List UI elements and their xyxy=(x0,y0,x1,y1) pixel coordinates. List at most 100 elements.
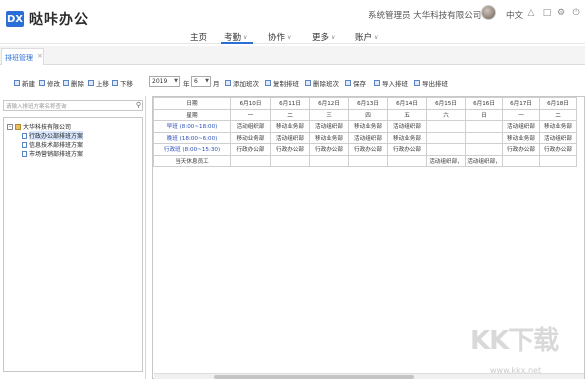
search-icon[interactable]: ⚲ xyxy=(136,101,141,109)
schedule-cell[interactable]: 移动业务部 xyxy=(230,131,271,144)
collapse-icon[interactable]: - xyxy=(7,123,13,130)
tree-item-it-plan[interactable]: 信息技术部排班方案 xyxy=(22,140,83,149)
import-schedule-button[interactable]: 导入排班 xyxy=(374,78,408,88)
schedule-cell[interactable] xyxy=(426,143,466,156)
schedule-cell[interactable]: 活动组织部 xyxy=(270,131,310,144)
schedule-cell[interactable]: 行政办公部 xyxy=(348,143,388,156)
weekday-cell: 四 xyxy=(348,108,388,121)
schedule-cell[interactable]: 活动组织部 xyxy=(348,131,388,144)
weekday-cell: 二 xyxy=(539,108,577,121)
toolbar: 新建 修改 删除 上移 下移 添加班次 复制排班 删除班次 保存 导入排班 导出… xyxy=(0,74,585,92)
rest-cell[interactable] xyxy=(348,154,388,167)
schedule-cell[interactable]: 行政办公部 xyxy=(230,143,271,156)
rest-cell[interactable] xyxy=(309,154,349,167)
nav-more[interactable]: 更多 ∨ xyxy=(312,30,335,44)
delete-button[interactable]: 删除 xyxy=(63,78,84,88)
schedule-cell[interactable]: 活动组织部 xyxy=(387,120,427,133)
move-up-button[interactable]: 上移 xyxy=(88,78,109,88)
schedule-cell[interactable] xyxy=(426,131,466,144)
schedule-cell[interactable]: 行政办公部 xyxy=(539,143,577,156)
language-switch[interactable]: 中文 xyxy=(506,9,523,21)
schedule-cell[interactable]: 活动组织部 xyxy=(230,120,271,133)
shirt-icon[interactable]: □ xyxy=(542,8,552,18)
logo[interactable]: DX 哒咔办公 xyxy=(6,9,89,29)
export-icon xyxy=(414,80,420,86)
table-row: 行政班 (8:00~15:30) 行政办公部 行政办公部 行政办公部 行政办公部… xyxy=(153,143,577,156)
nav-account[interactable]: 账户 ∨ xyxy=(355,30,378,44)
schedule-cell[interactable]: 行政办公部 xyxy=(270,143,310,156)
shift-name-cell[interactable]: 早班 (8:00~18:00) xyxy=(153,120,231,133)
month-select[interactable]: 6 ▼ xyxy=(191,76,211,87)
plan-search-input[interactable]: 请输入排班方案名称查询 ⚲ xyxy=(3,100,143,111)
bell-icon[interactable]: △ xyxy=(526,8,536,18)
tab-label: 排班管理 xyxy=(5,54,33,62)
month-unit: 月 xyxy=(213,80,220,88)
delete-shift-label: 删除班次 xyxy=(313,80,339,88)
schedule-cell[interactable]: 行政办公部 xyxy=(387,143,427,156)
schedule-cell[interactable] xyxy=(426,120,466,133)
schedule-cell[interactable]: 移动业务部 xyxy=(348,120,388,133)
move-down-button[interactable]: 下移 xyxy=(112,78,133,88)
shift-name-cell[interactable]: 行政班 (8:00~15:30) xyxy=(153,143,231,156)
export-schedule-button[interactable]: 导出排班 xyxy=(414,78,448,88)
new-icon xyxy=(14,80,20,86)
scrollbar-thumb[interactable] xyxy=(214,375,414,379)
schedule-cell[interactable]: 移动业务部 xyxy=(387,131,427,144)
schedule-cell[interactable]: 活动组织部 xyxy=(309,120,349,133)
month-value: 6 xyxy=(194,78,198,85)
add-shift-button[interactable]: 添加班次 xyxy=(225,78,259,88)
delete-shift-button[interactable]: 删除班次 xyxy=(305,78,339,88)
plan-panel: 请输入排班方案名称查询 ⚲ - 大华科技有限公司 行政办公部排班方案 信息技术部… xyxy=(0,96,146,379)
weekday-cell: 一 xyxy=(230,108,271,121)
schedule-cell[interactable]: 移动业务部 xyxy=(539,120,577,133)
year-select[interactable]: 2019 ▼ xyxy=(149,76,180,87)
rest-cell[interactable]: 活动组织部， xyxy=(465,154,503,167)
schedule-cell[interactable]: 活动组织部 xyxy=(539,131,577,144)
rest-cell[interactable] xyxy=(539,154,577,167)
schedule-cell[interactable]: 行政办公部 xyxy=(502,143,540,156)
save-button[interactable]: 保存 xyxy=(345,78,366,88)
year-value: 2019 xyxy=(152,78,168,85)
schedule-cell[interactable]: 移动业务部 xyxy=(309,131,349,144)
date-row: 日期 6月10日 6月11日 6月12日 6月13日 6月14日 6月15日 6… xyxy=(153,97,577,110)
schedule-cell[interactable]: 移动业务部 xyxy=(502,131,540,144)
nav-collaboration[interactable]: 协作 ∨ xyxy=(268,30,291,44)
table-row: 当天休息员工 活动组织部， 活动组织部， xyxy=(153,154,577,167)
rest-cell[interactable]: 活动组织部， xyxy=(426,154,466,167)
date-cell: 6月14日 xyxy=(387,97,427,110)
date-cell: 6月17日 xyxy=(502,97,540,110)
tree-item-admin-plan[interactable]: 行政办公部排班方案 xyxy=(22,131,84,140)
tree-item-marketing-plan[interactable]: 市场营销部排班方案 xyxy=(22,149,83,158)
copy-icon xyxy=(265,80,271,86)
schedule-cell[interactable]: 行政办公部 xyxy=(309,143,349,156)
rest-cell[interactable] xyxy=(270,154,310,167)
rest-cell[interactable] xyxy=(387,154,427,167)
schedule-cell[interactable]: 活动组织部 xyxy=(502,120,540,133)
schedule-cell[interactable] xyxy=(465,131,503,144)
import-schedule-label: 导入排班 xyxy=(382,80,408,88)
schedule-cell[interactable] xyxy=(465,143,503,156)
shift-name-cell[interactable]: 晚班 (18:00~6:00) xyxy=(153,131,231,144)
tab-schedule-management[interactable]: 排班管理 × xyxy=(1,48,44,65)
schedule-cell[interactable] xyxy=(465,120,503,133)
tree-root[interactable]: - 大华科技有限公司 xyxy=(7,122,71,131)
avatar[interactable] xyxy=(481,5,496,20)
close-icon[interactable]: × xyxy=(37,52,43,60)
rest-cell[interactable] xyxy=(230,154,271,167)
nav-more-label: 更多 xyxy=(312,33,330,43)
nav-home[interactable]: 主页 xyxy=(190,30,207,44)
copy-schedule-button[interactable]: 复制排班 xyxy=(265,78,299,88)
new-button[interactable]: 新建 xyxy=(14,78,35,88)
rest-cell[interactable] xyxy=(502,154,540,167)
settings-icon[interactable]: ⚙ xyxy=(556,8,566,18)
schedule-cell[interactable]: 移动业务部 xyxy=(270,120,310,133)
date-cell: 6月16日 xyxy=(465,97,503,110)
logo-mark: DX xyxy=(6,11,24,27)
tree-item-label: 信息技术部排班方案 xyxy=(29,142,84,149)
edit-button[interactable]: 修改 xyxy=(39,78,60,88)
rest-staff-label: 当天休息员工 xyxy=(153,154,231,167)
power-icon[interactable]: ⏻ xyxy=(571,8,581,18)
date-cell: 6月15日 xyxy=(426,97,466,110)
nav-active-indicator xyxy=(221,42,253,44)
user-company-label[interactable]: 系统管理员 大华科技有限公司 xyxy=(368,9,481,21)
